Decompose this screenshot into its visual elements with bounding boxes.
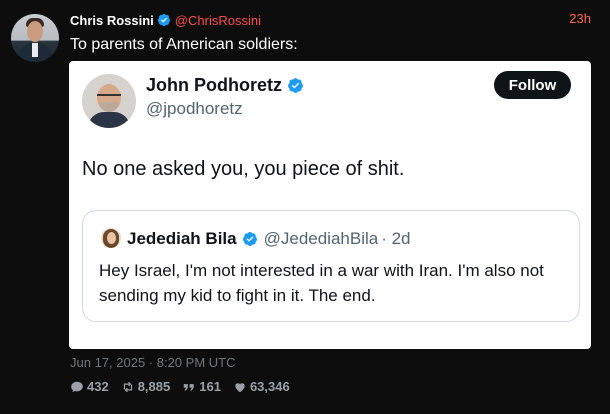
tweet-date[interactable]: Jun 17, 2025 · 8:20 PM UTC [70, 355, 235, 370]
quoted-tweet[interactable]: Jedediah Bila @JedediahBila · 2d Hey Isr… [82, 210, 580, 322]
follow-button[interactable]: Follow [494, 71, 571, 99]
embed-author-name[interactable]: John Podhoretz [146, 75, 282, 96]
reply-stat[interactable]: 432 [70, 379, 109, 394]
quote-header: Jedediah Bila @JedediahBila · 2d [127, 229, 411, 249]
timestamp[interactable]: 23h [569, 11, 591, 26]
quote-author-name[interactable]: Jedediah Bila [127, 229, 237, 249]
quote-time[interactable]: · 2d [381, 229, 410, 249]
like-count: 63,346 [249, 379, 290, 394]
retweet-count: 8,885 [137, 379, 171, 394]
quote-stat[interactable]: 161 [182, 379, 221, 394]
author-handle[interactable]: @ChrisRossini [175, 13, 261, 28]
quote-avatar[interactable] [101, 228, 121, 248]
quote-author-handle[interactable]: @JedediahBila [264, 229, 379, 249]
tweet-header: Chris Rossini @ChrisRossini [70, 11, 261, 29]
heart-icon [235, 382, 245, 392]
embed-author-handle[interactable]: @jpodhoretz [146, 99, 243, 119]
engagement-stats: 432 8,885 161 63,346 [70, 379, 290, 394]
reply-icon [71, 381, 83, 392]
verified-badge-icon [157, 13, 170, 27]
embed-avatar[interactable] [82, 74, 136, 128]
embedded-tweet[interactable]: John Podhoretz @jpodhoretz Follow No one… [69, 61, 591, 349]
like-stat[interactable]: 63,346 [233, 379, 290, 394]
tweet-text: To parents of American soldiers: [70, 36, 298, 53]
quote-text: Hey Israel, I'm not interested in a war … [99, 261, 544, 305]
author-name[interactable]: Chris Rossini [70, 13, 154, 28]
embed-author-row: John Podhoretz [146, 75, 304, 96]
verified-badge-icon [242, 232, 257, 246]
tweet: Chris Rossini @ChrisRossini 23h To paren… [0, 0, 610, 414]
verified-badge-icon [288, 78, 303, 93]
quote-count: 161 [199, 379, 221, 394]
retweet-stat[interactable]: 8,885 [121, 379, 171, 394]
reply-count: 432 [87, 379, 109, 394]
quote-icon [184, 383, 194, 390]
retweet-icon [123, 381, 132, 392]
avatar[interactable] [11, 14, 59, 62]
embed-text: No one asked you, you piece of shit. [82, 158, 405, 180]
